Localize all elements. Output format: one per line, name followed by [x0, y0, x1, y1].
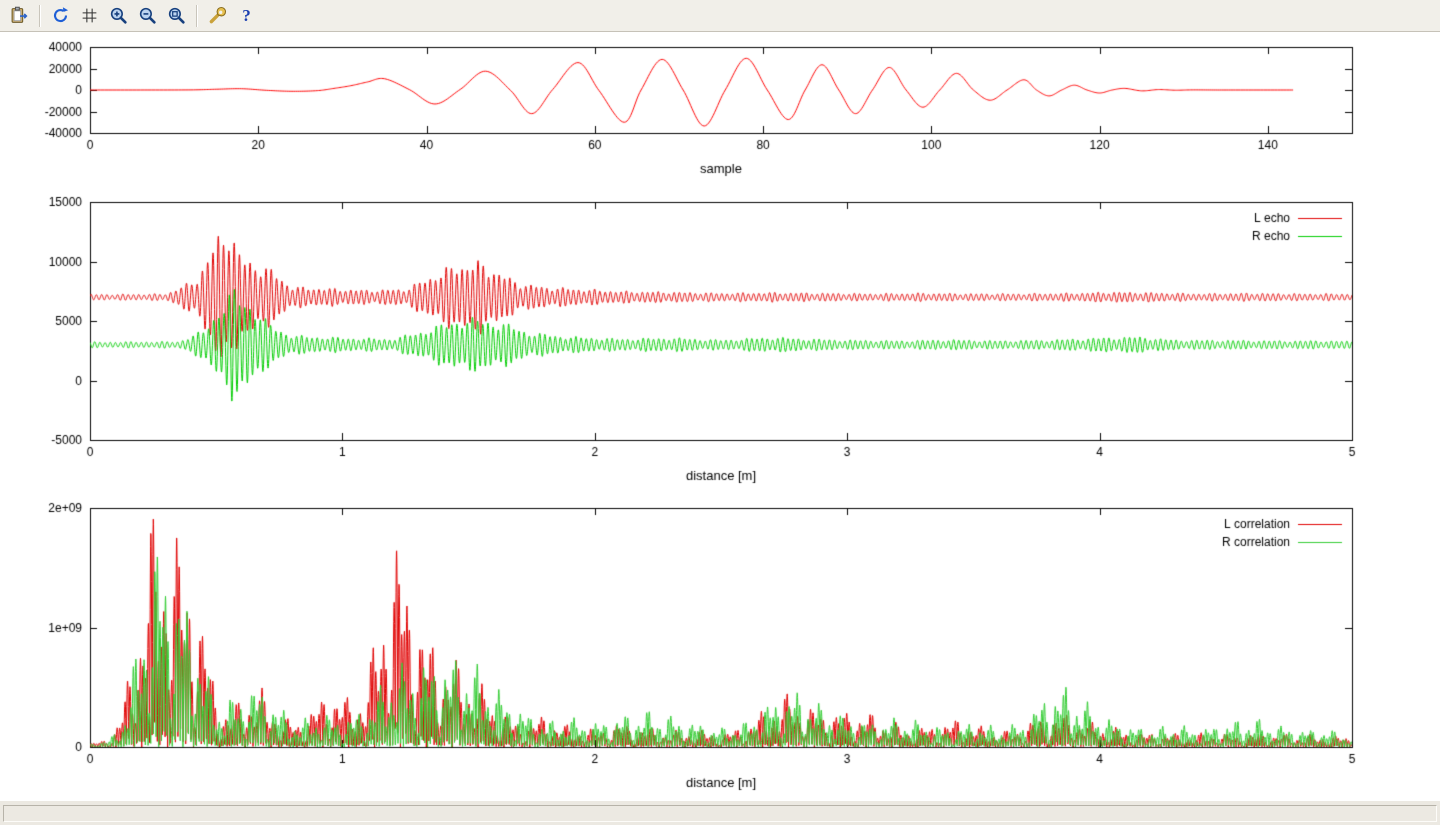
waveform-chart[interactable] [0, 32, 1440, 192]
plot-area [0, 32, 1440, 800]
toolbar: ? [0, 0, 1440, 32]
replot-button[interactable] [47, 2, 74, 29]
clipboard-icon [10, 6, 29, 25]
status-bar [0, 800, 1440, 825]
config-button[interactable] [204, 2, 231, 29]
zoom-in-button[interactable] [105, 2, 132, 29]
wrench-icon [208, 6, 227, 25]
gnuplot-window: ? [0, 0, 1440, 825]
zoom-in-icon [109, 6, 128, 25]
correlation-chart[interactable] [0, 493, 1440, 800]
toolbar-separator [39, 5, 41, 27]
zoom-out-button[interactable] [134, 2, 161, 29]
grid-button[interactable] [76, 2, 103, 29]
echo-chart[interactable] [0, 192, 1440, 493]
zoom-reset-button[interactable] [163, 2, 190, 29]
refresh-icon [51, 6, 70, 25]
toolbar-separator [196, 5, 198, 27]
zoom-out-icon [138, 6, 157, 25]
zoom-reset-icon [167, 6, 186, 25]
help-button[interactable]: ? [233, 2, 260, 29]
grid-icon [80, 6, 99, 25]
help-icon: ? [242, 6, 251, 26]
copy-button[interactable] [6, 2, 33, 29]
status-text [3, 805, 1437, 822]
